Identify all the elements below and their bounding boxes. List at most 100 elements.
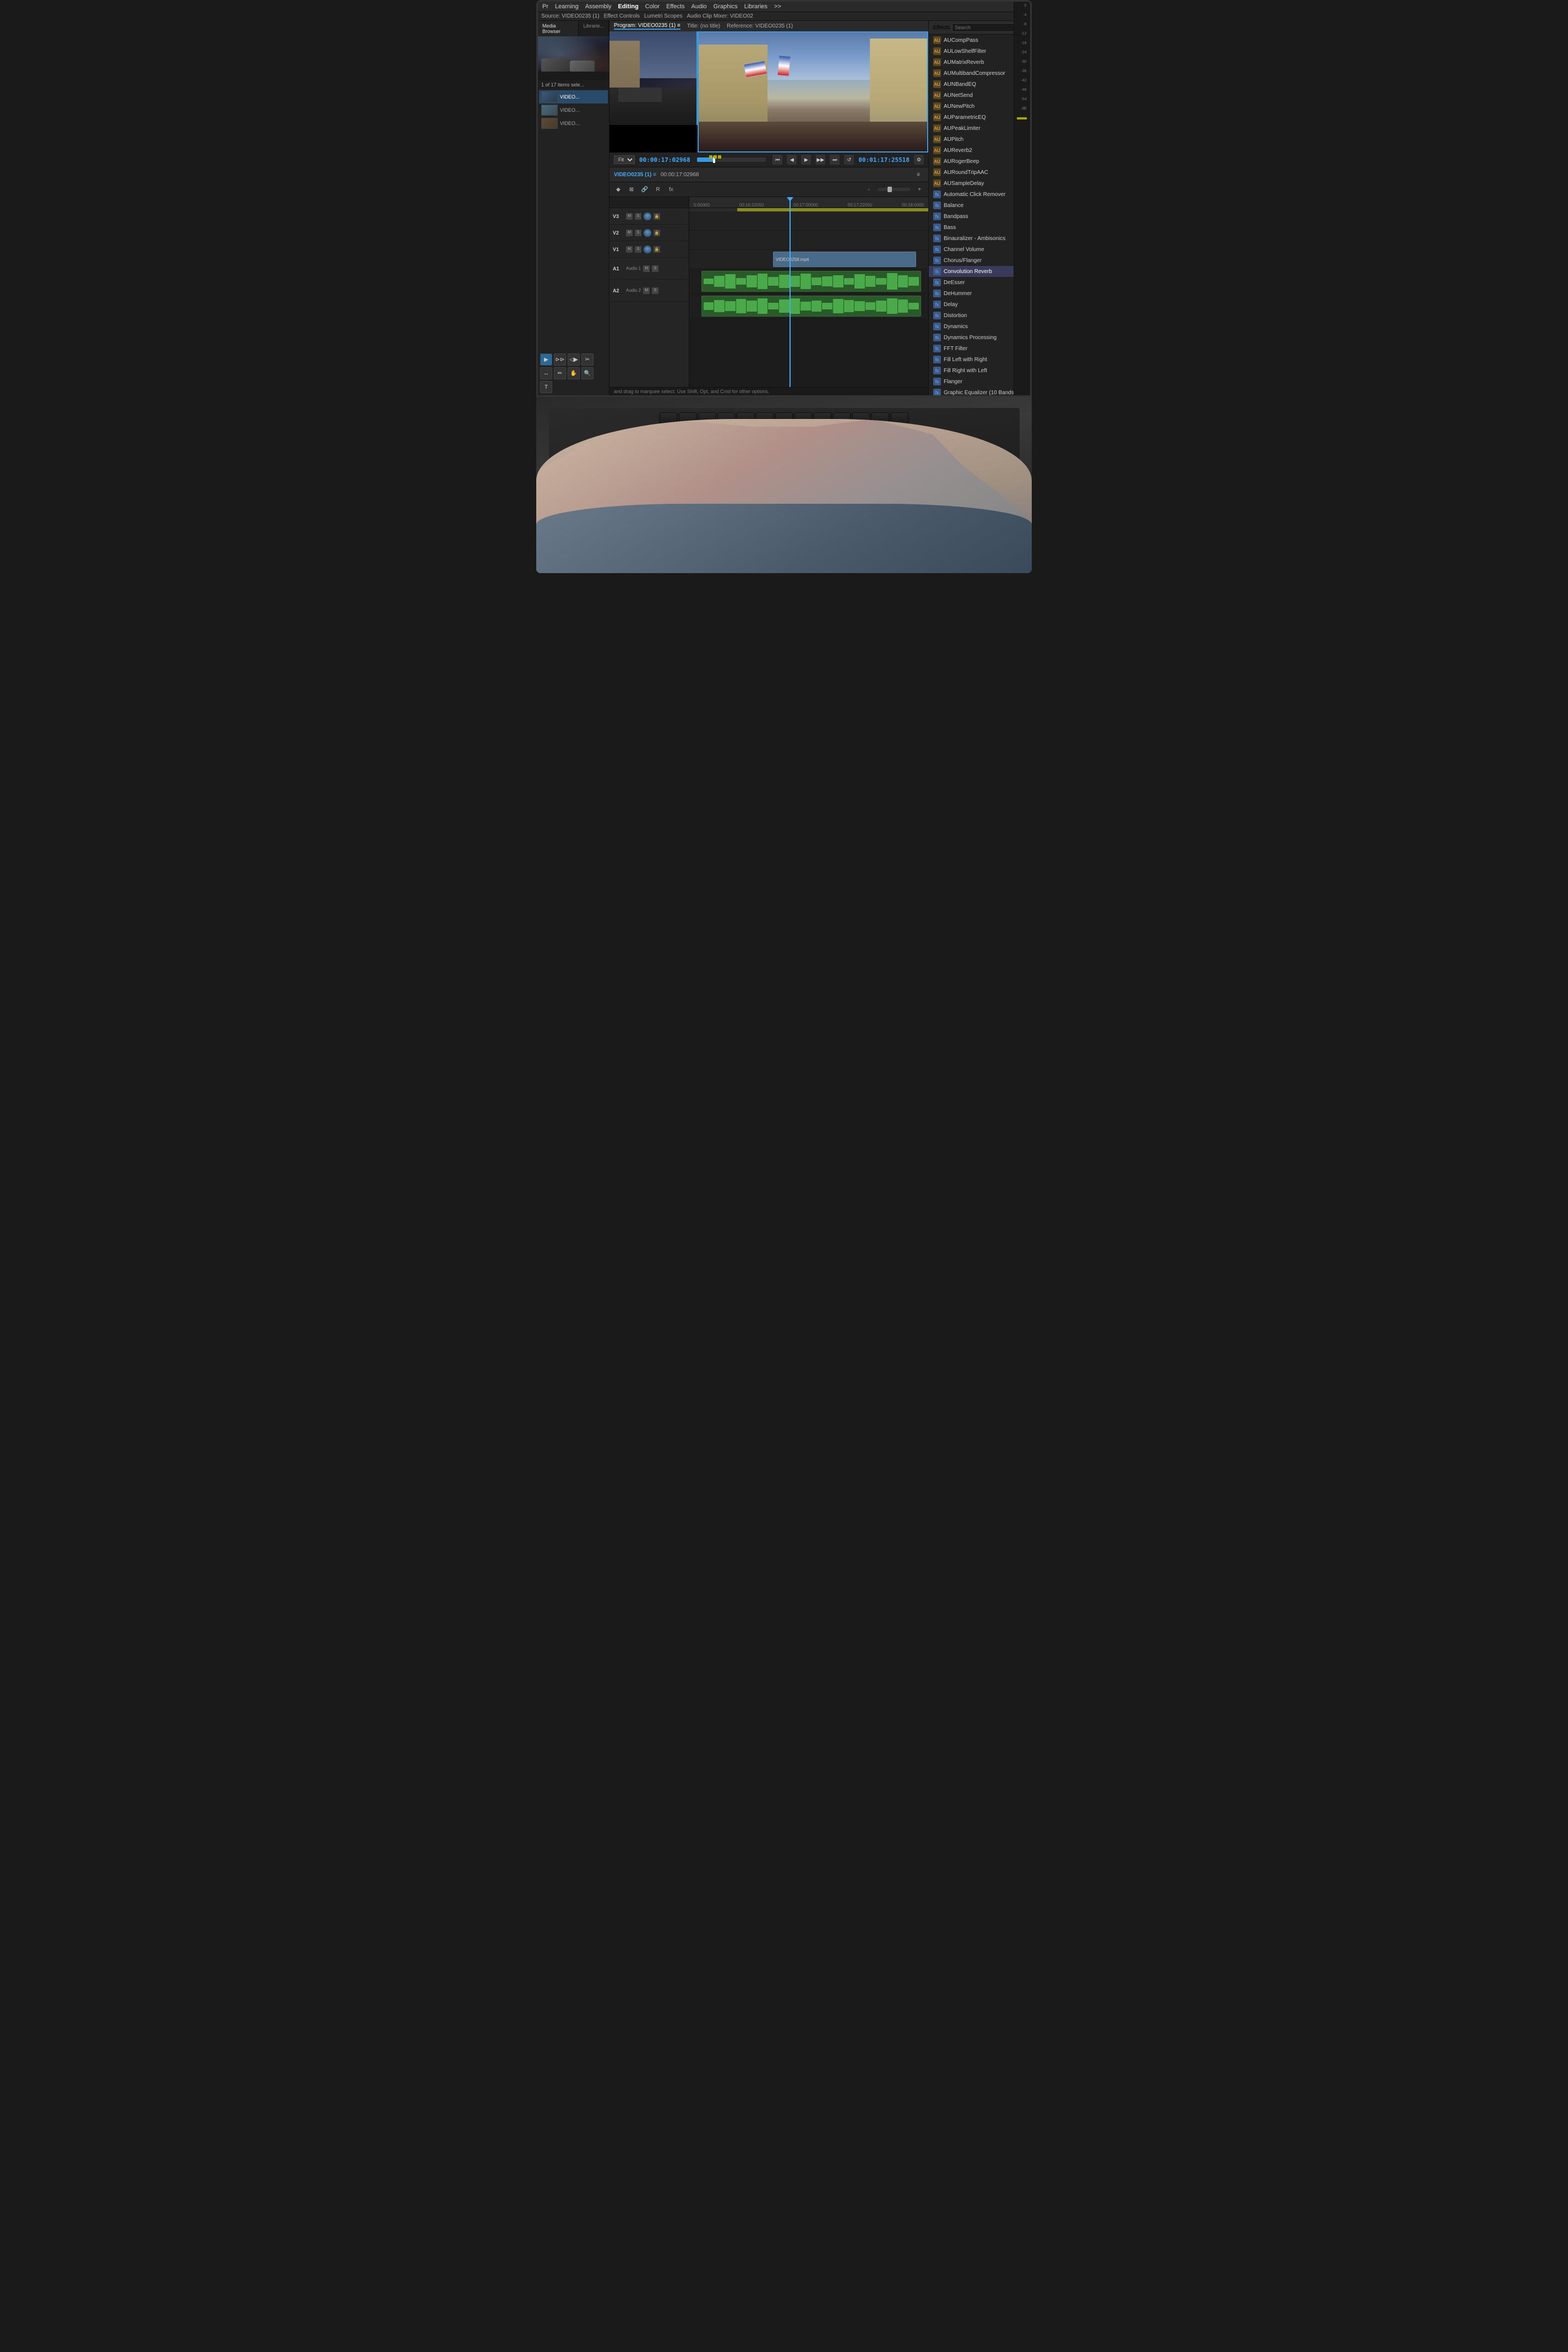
media-list-item-1[interactable]: VIDEO... bbox=[539, 104, 608, 117]
wb bbox=[833, 299, 843, 313]
a1-solo[interactable]: S bbox=[652, 265, 658, 272]
au-icon: AU bbox=[933, 47, 941, 55]
v1-lock[interactable]: 🔒 bbox=[654, 246, 660, 253]
step-forward-btn[interactable]: ▶▶ bbox=[815, 155, 825, 165]
wb bbox=[898, 275, 908, 287]
media-list-item-0[interactable]: VIDEO... bbox=[539, 90, 608, 104]
v3-label: V3 bbox=[613, 214, 624, 219]
v3-mute[interactable]: S bbox=[635, 213, 641, 220]
track-header-v1: V1 M S 👁 🔒 bbox=[609, 241, 689, 258]
audio-clip-2[interactable] bbox=[701, 296, 921, 317]
global-fx-btn[interactable]: fx bbox=[666, 184, 677, 195]
media-items-list[interactable]: VIDEO... VIDEO... VIDEO... bbox=[538, 89, 609, 351]
program-monitor-tab[interactable]: Program: VIDEO0235 (1) ≡ bbox=[614, 23, 680, 30]
time-marker-0: 5:00000 bbox=[694, 203, 710, 208]
au-icon: AU bbox=[933, 102, 941, 110]
selection-tool[interactable]: ▶ bbox=[540, 353, 552, 366]
snap-btn[interactable]: ⊠ bbox=[626, 184, 637, 195]
zoom-select[interactable]: Fit bbox=[614, 155, 635, 164]
zoom-slider[interactable] bbox=[878, 188, 911, 191]
panel-tab-2[interactable]: Lumetri Scopes bbox=[644, 13, 682, 19]
step-back-btn[interactable]: ◀ bbox=[787, 155, 797, 165]
menu-libraries[interactable]: Libraries bbox=[744, 3, 767, 10]
add-marker-btn[interactable]: ◆ bbox=[613, 184, 624, 195]
zoom-out-btn[interactable]: - bbox=[863, 184, 874, 195]
title-monitor-tab[interactable]: Title: (no title) bbox=[687, 23, 720, 29]
menu-effects[interactable]: Effects bbox=[666, 3, 684, 10]
playhead[interactable] bbox=[790, 197, 791, 387]
libraries-tab[interactable]: Librarie... bbox=[579, 21, 609, 36]
v2-toggle[interactable]: M bbox=[626, 230, 633, 236]
app-icon[interactable]: Pr bbox=[542, 3, 548, 10]
track-row-v1[interactable]: VIDEO0258.mp4 bbox=[689, 250, 928, 269]
program-video bbox=[698, 31, 928, 153]
v3-lock[interactable]: 🔒 bbox=[654, 213, 660, 220]
a2-mute[interactable]: M bbox=[643, 287, 650, 294]
media-browser-tab[interactable]: Media Browser bbox=[538, 21, 579, 36]
panel-tab-3[interactable]: Audio Clip Mixer: VIDEO02 bbox=[687, 13, 754, 19]
wb bbox=[876, 301, 886, 312]
wb bbox=[714, 300, 725, 312]
menu-more[interactable]: >> bbox=[774, 3, 781, 10]
v2-eye[interactable]: 👁 bbox=[644, 229, 651, 237]
effect-label: Automatic Click Remover bbox=[944, 192, 1005, 198]
v3-toggle[interactable]: M bbox=[626, 213, 633, 220]
track-row-v3[interactable] bbox=[689, 211, 928, 231]
effect-label: FFT Filter bbox=[944, 346, 967, 352]
zoom-handle[interactable] bbox=[888, 187, 892, 192]
effect-label: AURogerBeep bbox=[944, 159, 979, 165]
media-list-item-2[interactable]: VIDEO... bbox=[539, 117, 608, 130]
editing-area: Media Browser Librarie... 1 of 17 items … bbox=[538, 21, 1030, 395]
audio-clip-1[interactable] bbox=[701, 271, 921, 292]
ripple-btn[interactable]: R bbox=[652, 184, 663, 195]
v1-eye[interactable]: 👁 bbox=[644, 246, 651, 253]
play-btn[interactable]: ▶ bbox=[801, 155, 811, 165]
v2-label: V2 bbox=[613, 230, 624, 236]
track-row-a2[interactable] bbox=[689, 294, 928, 319]
razor-tool[interactable]: ✂ bbox=[581, 353, 594, 366]
menu-color[interactable]: Color bbox=[645, 3, 660, 10]
a1-mute[interactable]: M bbox=[643, 265, 650, 272]
effect-label: AUNetSend bbox=[944, 92, 973, 99]
go-end-btn[interactable]: ⏭ bbox=[830, 155, 840, 165]
track-select-tool[interactable]: ⊳⊳ bbox=[554, 353, 566, 366]
settings-btn-2[interactable]: ≡ bbox=[913, 169, 924, 180]
track-row-a1[interactable] bbox=[689, 269, 928, 294]
menu-editing[interactable]: Editing bbox=[618, 3, 639, 10]
v3-eye[interactable]: 👁 bbox=[644, 213, 651, 220]
loop-btn[interactable]: ↺ bbox=[844, 155, 854, 165]
menu-learning[interactable]: Learning bbox=[555, 3, 579, 10]
menu-graphics[interactable]: Graphics bbox=[714, 3, 738, 10]
v1-mute[interactable]: S bbox=[635, 246, 641, 253]
effect-label: AUParametricEQ bbox=[944, 115, 986, 121]
timeline-tracks[interactable]: 5:00000 00:16:22050 00:17:00000 00:17:22… bbox=[689, 197, 928, 387]
menu-audio[interactable]: Audio bbox=[692, 3, 707, 10]
track-row-v2[interactable] bbox=[689, 231, 928, 250]
type-tool[interactable]: T bbox=[540, 381, 552, 393]
screen: Pr Learning Assembly Editing Color Effec… bbox=[536, 0, 1032, 397]
v2-mute[interactable]: S bbox=[635, 230, 641, 236]
v2-lock[interactable]: 🔒 bbox=[654, 230, 660, 236]
pen-tool[interactable]: ✏ bbox=[554, 367, 566, 379]
slip-tool[interactable]: ↔ bbox=[540, 367, 552, 379]
car-shape-1 bbox=[541, 58, 570, 72]
track-header-a2: A2 Audio 2 M S bbox=[609, 280, 689, 302]
go-start-btn[interactable]: ⏮ bbox=[772, 155, 782, 165]
effect-icon: fx bbox=[933, 268, 941, 275]
a2-solo[interactable]: S bbox=[652, 287, 658, 294]
reference-monitor-tab[interactable]: Reference: VIDEO0235 (1) bbox=[727, 23, 793, 29]
panel-tab-1[interactable]: Effect Controls bbox=[604, 13, 640, 19]
hand-tool[interactable]: ✋ bbox=[568, 367, 580, 379]
linked-btn[interactable]: 🔗 bbox=[639, 184, 650, 195]
zoom-tool[interactable]: 🔍 bbox=[581, 367, 594, 379]
menu-assembly[interactable]: Assembly bbox=[585, 3, 612, 10]
sequence-name[interactable]: VIDEO0235 (1) ≡ bbox=[614, 172, 656, 178]
settings-btn[interactable]: ⚙ bbox=[914, 155, 924, 165]
au-icon: AU bbox=[933, 80, 941, 88]
zoom-in-btn[interactable]: + bbox=[914, 184, 925, 195]
v1-toggle[interactable]: M bbox=[626, 246, 633, 253]
video-clip-1[interactable]: VIDEO0258.mp4 bbox=[773, 252, 916, 267]
effect-icon: fx bbox=[933, 323, 941, 330]
panel-tab-0[interactable]: Source: VIDEO0235 (1) bbox=[541, 13, 600, 19]
ripple-edit-tool[interactable]: ◁▶ bbox=[568, 353, 580, 366]
